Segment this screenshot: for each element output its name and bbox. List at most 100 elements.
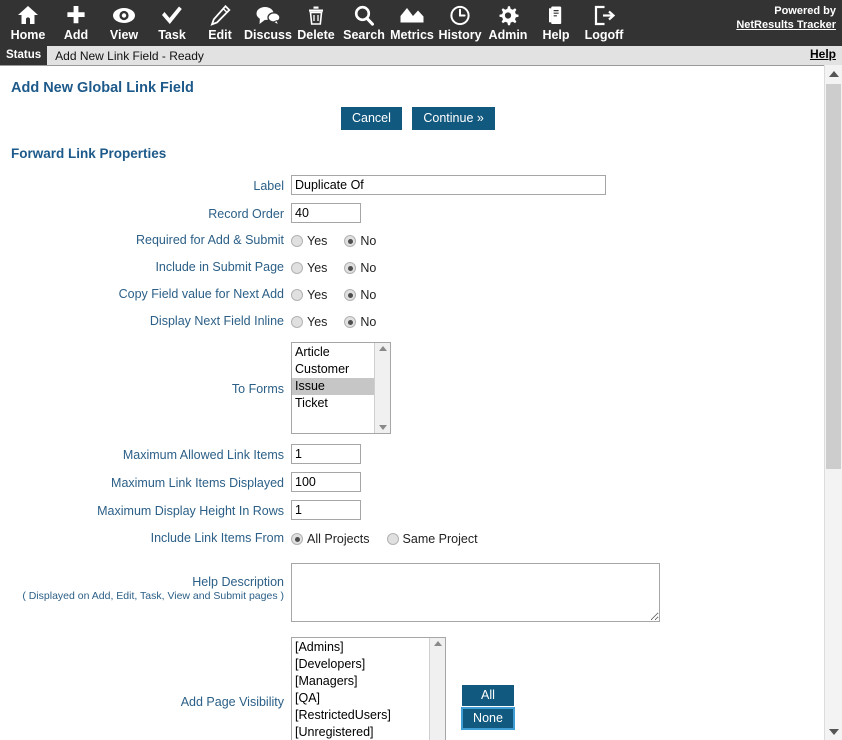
radio-circle[interactable] [344,235,357,247]
scroll-up-button[interactable] [825,65,842,82]
to-forms-option[interactable]: Ticket [292,395,374,412]
radio-circle[interactable] [291,262,303,274]
visibility-option[interactable]: [QA] [292,690,429,707]
netresults-tracker-link[interactable]: NetResults Tracker [736,19,836,31]
toolbar-item-metrics[interactable]: Metrics [388,0,436,43]
radio-label: All Projects [307,532,370,546]
visibility-option[interactable]: [Managers] [292,673,429,690]
display-next-inline-caption: Display Next Field Inline [149,314,284,328]
to-forms-option-selected[interactable]: Issue [292,378,374,395]
help-description-caption: Help Description [192,575,284,589]
required-add-submit-caption: Required for Add & Submit [136,233,284,247]
status-badge: Status [0,46,48,65]
page-vertical-scrollbar[interactable] [824,65,842,740]
add-page-visibility-scrollbar[interactable] [429,638,445,740]
toolbar-item-help[interactable]: Help [532,0,580,43]
include-link-items-from-all-projects[interactable]: All Projects [291,532,370,546]
powered-by-text: Powered by [774,5,836,17]
include-link-items-from-same-project[interactable]: Same Project [386,532,478,546]
toolbar-item-view[interactable]: View [100,0,148,43]
to-forms-option[interactable]: Customer [292,361,374,378]
radio-circle[interactable] [291,316,303,328]
main-toolbar: Home Add View Task Edit Discuss Delete S… [0,0,842,46]
triangle-up-icon[interactable] [433,641,442,646]
visibility-option[interactable]: [Unregistered] [292,724,429,740]
radio-circle[interactable] [344,289,357,301]
radio-circle[interactable] [344,262,357,274]
max-link-items-displayed-input[interactable] [291,472,361,492]
to-forms-listbox[interactable]: Article Customer Issue Ticket [291,342,391,434]
form-row-required-add-submit: Required for Add & Submit Yes No [0,231,825,251]
toolbar-item-home[interactable]: Home [4,0,52,43]
toolbar-item-label: Edit [208,28,232,42]
record-order-caption: Record Order [208,207,284,221]
action-button-row: Cancel Continue » [0,107,825,130]
visibility-option[interactable]: [Admins] [292,639,429,656]
visibility-option[interactable]: [RestrictedUsers] [292,707,429,724]
toolbar-item-discuss[interactable]: Discuss [244,0,292,43]
continue-button[interactable]: Continue » [412,107,495,130]
toolbar-item-label: Logoff [584,28,624,42]
page-content: Add New Global Link Field Cancel Continu… [0,66,825,740]
display-next-inline-no[interactable]: No [344,315,376,329]
toolbar-item-logoff[interactable]: Logoff [580,0,628,43]
visibility-option[interactable]: [Developers] [292,656,429,673]
form-row-max-link-items-displayed: Maximum Link Items Displayed [0,472,825,492]
select-none-button[interactable]: None [461,707,515,730]
clock-icon [449,3,471,27]
copy-field-value-yes[interactable]: Yes [291,288,327,302]
form-row-copy-field-value: Copy Field value for Next Add Yes No [0,285,825,305]
speech-bubbles-icon [255,3,281,27]
record-order-input[interactable] [291,203,361,223]
toolbar-item-task[interactable]: Task [148,0,196,43]
required-add-submit-no[interactable]: No [344,234,376,248]
include-submit-page-yes[interactable]: Yes [291,261,327,275]
toolbar-item-edit[interactable]: Edit [196,0,244,43]
toolbar-item-label: Delete [297,28,335,42]
copy-field-value-no[interactable]: No [344,288,376,302]
toolbar-items: Home Add View Task Edit Discuss Delete S… [0,0,628,43]
max-allowed-link-items-input[interactable] [291,444,361,464]
radio-circle[interactable] [291,533,303,545]
toolbar-item-label: Admin [488,28,528,42]
include-link-items-from-radios: All Projects Same Project [291,529,825,549]
select-all-button[interactable]: All [462,685,514,706]
help-description-textarea[interactable] [291,563,660,622]
scrollbar-thumb[interactable] [826,84,841,469]
max-display-height-rows-input[interactable] [291,500,361,520]
triangle-down-icon[interactable] [378,425,387,430]
triangle-up-icon [828,70,839,77]
triangle-down-icon [828,728,839,735]
toolbar-item-add[interactable]: Add [52,0,100,43]
label-input[interactable] [291,175,606,195]
radio-label: No [360,315,377,329]
required-add-submit-yes[interactable]: Yes [291,234,327,248]
scroll-down-button[interactable] [825,723,842,740]
include-submit-page-no[interactable]: No [344,261,376,275]
toolbar-item-search[interactable]: Search [340,0,388,43]
toolbar-item-history[interactable]: History [436,0,484,43]
cancel-button[interactable]: Cancel [341,107,402,130]
radio-label: Yes [307,288,328,302]
radio-label: Yes [307,315,328,329]
toolbar-item-admin[interactable]: Admin [484,0,532,43]
to-forms-scrollbar[interactable] [374,343,390,433]
chart-icon [399,3,425,27]
exit-icon [592,3,616,27]
to-forms-option[interactable]: Article [292,344,374,361]
document-icon [546,3,566,27]
required-add-submit-radios: Yes No [291,231,825,251]
toolbar-item-label: Search [343,28,385,42]
toolbar-item-delete[interactable]: Delete [292,0,340,43]
radio-circle[interactable] [291,235,303,247]
radio-circle[interactable] [291,289,303,301]
form-row-to-forms: To Forms Article Customer Issue Ticket [0,342,825,434]
radio-circle[interactable] [386,533,399,545]
copy-field-value-caption: Copy Field value for Next Add [118,287,284,301]
radio-circle[interactable] [344,316,357,328]
add-page-visibility-listbox[interactable]: [Admins] [Developers] [Managers] [QA] [R… [291,637,446,740]
status-help-link[interactable]: Help [810,47,836,61]
display-next-inline-yes[interactable]: Yes [291,315,327,329]
to-forms-caption: To Forms [231,382,284,396]
triangle-up-icon[interactable] [378,346,387,351]
